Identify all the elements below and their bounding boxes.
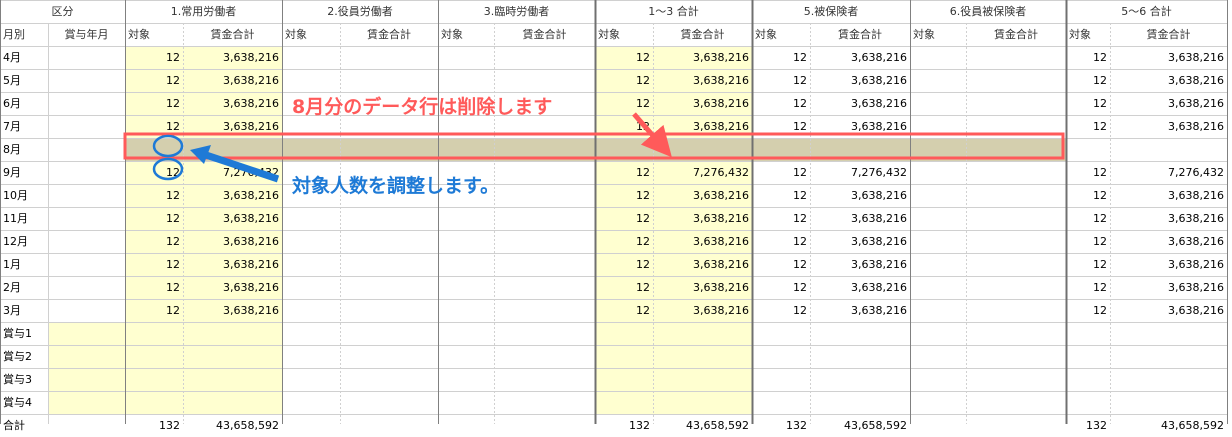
red-arrow <box>632 112 672 158</box>
highlight-circle-bottom <box>152 157 184 181</box>
selected-row-outline <box>123 132 1065 160</box>
annotation-overlay <box>123 112 1065 183</box>
highlight-circle-top <box>152 134 184 158</box>
